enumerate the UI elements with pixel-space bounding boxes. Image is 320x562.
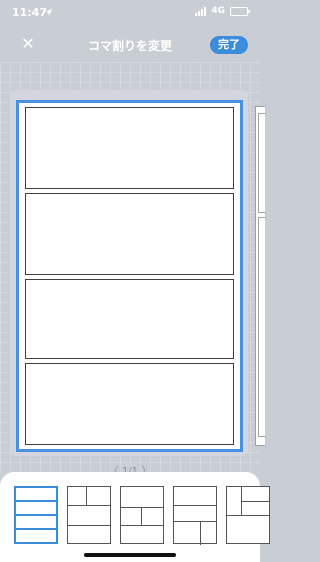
battery-icon (230, 6, 250, 16)
panel[interactable] (25, 193, 234, 275)
layout-option-3-rows-top-split[interactable] (67, 486, 111, 544)
next-page-preview[interactable] (255, 106, 266, 446)
location-arrow-icon (44, 7, 53, 20)
close-button[interactable]: ✕ (18, 34, 38, 54)
signal-icon (195, 6, 207, 16)
top-nav: ✕ コマ割りを変更 完了 (0, 28, 260, 62)
home-indicator (84, 553, 176, 557)
status-time: 11:47 (12, 6, 48, 19)
layout-option-3-rows-bottom-split[interactable] (173, 486, 217, 545)
network-type: 4G (211, 6, 225, 16)
layout-option-split[interactable] (226, 486, 270, 544)
status-indicators: 4G (195, 6, 250, 16)
layout-picker-sheet (0, 472, 270, 562)
done-button[interactable]: 完了 (210, 36, 248, 54)
layout-option-3-rows-middle-split[interactable] (120, 486, 164, 544)
layout-option-4-rows[interactable] (14, 486, 58, 544)
panel[interactable] (25, 107, 234, 189)
status-bar: 11:47 4G (0, 0, 260, 24)
panel[interactable] (25, 279, 234, 359)
page-title: コマ割りを変更 (87, 39, 172, 53)
page-preview[interactable] (16, 100, 243, 452)
panel[interactable] (25, 363, 234, 445)
